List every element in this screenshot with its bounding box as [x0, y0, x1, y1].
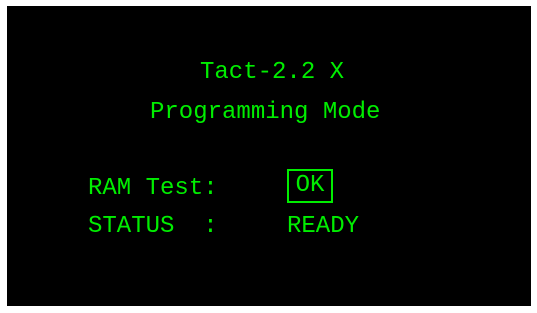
ram-test-label: RAM Test:	[88, 175, 218, 202]
ram-test-result: OK	[295, 172, 325, 199]
device-title: Tact-2.2 X	[200, 59, 345, 86]
terminal-screen: Tact-2.2 X Programming Mode RAM Test: OK…	[7, 6, 531, 306]
ram-test-result-box: OK	[287, 169, 333, 203]
status-label: STATUS :	[88, 213, 218, 240]
status-value: READY	[287, 213, 360, 240]
mode-title: Programming Mode	[150, 99, 381, 126]
